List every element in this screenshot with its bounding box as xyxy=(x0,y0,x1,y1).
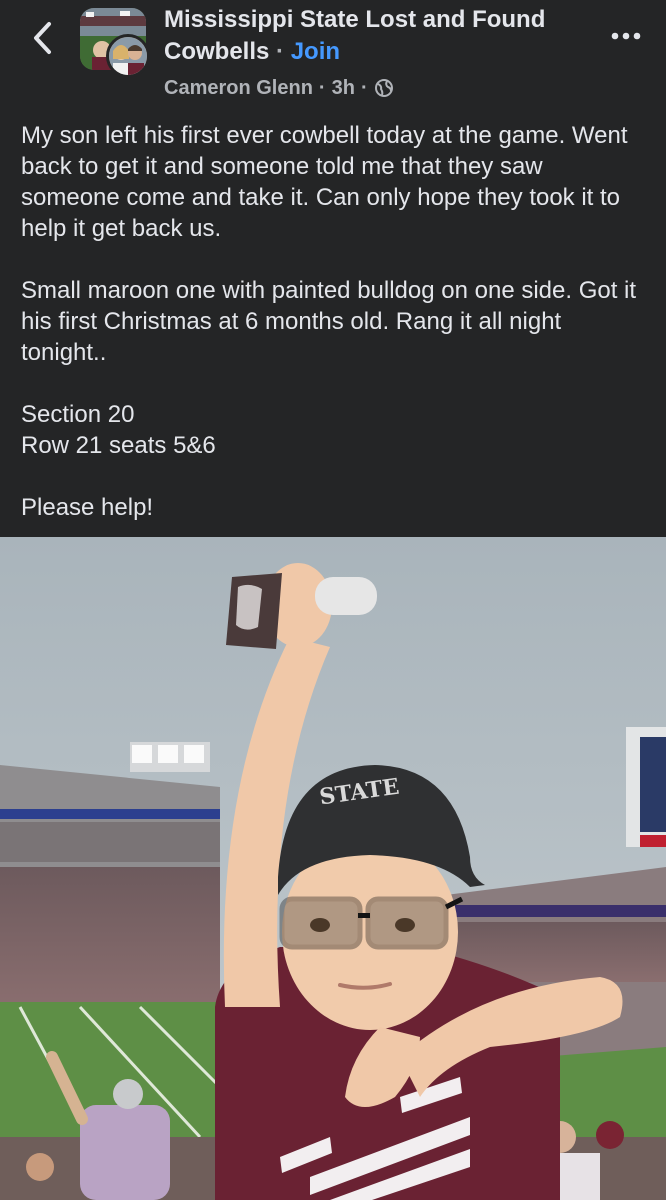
group-avatar-stack[interactable] xyxy=(80,8,150,78)
meta-separator: · xyxy=(318,76,326,99)
author-name[interactable]: Cameron Glenn xyxy=(164,77,313,100)
post-paragraph: Please help! xyxy=(21,494,154,521)
meta-separator-2: · xyxy=(360,76,368,99)
back-button[interactable] xyxy=(24,18,60,58)
post-title-block: Mississippi State Lost and Found Cowbell… xyxy=(164,4,584,68)
join-button[interactable]: Join xyxy=(291,38,340,65)
post-time[interactable]: 3h xyxy=(332,77,355,100)
post-body: My son left his first ever cowbell today… xyxy=(21,120,646,554)
post-paragraph: Section 20 xyxy=(21,401,135,428)
post-paragraph: My son left his first ever cowbell today… xyxy=(21,122,628,242)
more-horizontal-icon xyxy=(611,32,641,40)
author-avatar xyxy=(106,34,150,78)
post-paragraph: Row 21 seats 5&6 xyxy=(21,432,216,459)
group-name-link[interactable]: Mississippi State Lost and Found Cowbell… xyxy=(164,6,545,65)
globe-icon xyxy=(374,79,393,97)
post-paragraph: Small maroon one with painted bulldog on… xyxy=(21,277,637,366)
more-options-button[interactable] xyxy=(606,22,646,50)
chevron-left-icon xyxy=(34,22,51,54)
post-header: Mississippi State Lost and Found Cowbell… xyxy=(0,0,666,110)
separator-dot: · xyxy=(276,38,285,65)
post-meta: Cameron Glenn · 3h · xyxy=(164,74,394,102)
post-photo[interactable]: STATE xyxy=(0,537,666,1200)
group-name: Mississippi State Lost and Found Cowbell… xyxy=(164,4,584,68)
